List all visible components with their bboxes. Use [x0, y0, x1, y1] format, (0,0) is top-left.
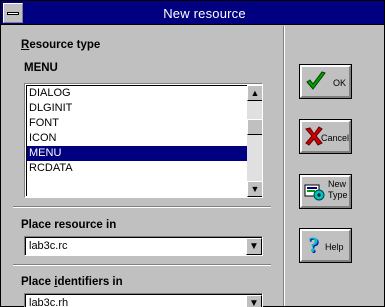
new-type-label-line2: Type: [328, 190, 348, 200]
ok-button-label: OK: [333, 78, 347, 88]
question-mark-icon: ? ?: [308, 234, 320, 256]
help-button[interactable]: ? ? Help: [299, 228, 352, 263]
section-divider: [13, 206, 271, 208]
new-type-label-line1: New: [328, 179, 347, 189]
list-item[interactable]: RCDATA: [27, 161, 247, 176]
cancel-button-label: Cancel: [321, 133, 350, 143]
new-resource-dialog: New resource Resource type MENU DIALOG DL…: [0, 0, 385, 307]
left-pane: Resource type MENU DIALOG DLGINIT FONT ICON…: [1, 26, 283, 307]
resource-type-current-value: MENU: [24, 62, 58, 74]
place-identifiers-dropdown-button[interactable]: ▼: [246, 295, 262, 307]
title-bar: New resource: [1, 1, 384, 25]
cancel-button[interactable]: Cancel: [299, 119, 352, 154]
resource-type-label: Resource type: [21, 39, 101, 51]
scroll-up-button[interactable]: ▲: [247, 85, 262, 101]
green-checkmark-icon: [306, 71, 326, 90]
place-resource-dropdown-button[interactable]: ▼: [246, 238, 262, 255]
arrow-up-icon: ▲: [250, 88, 260, 98]
arrow-down-icon: ▼: [250, 184, 260, 194]
list-item[interactable]: ICON: [27, 131, 247, 146]
ok-button[interactable]: OK: [299, 64, 352, 99]
place-resource-label: Place resource in: [21, 219, 117, 231]
dropdown-arrow-icon: ▼: [249, 298, 259, 307]
system-menu-icon[interactable]: [3, 3, 23, 23]
scroll-down-button[interactable]: ▼: [247, 181, 262, 197]
dialog-title: New resource: [163, 6, 246, 21]
dropdown-arrow-icon: ▼: [249, 241, 259, 252]
list-item[interactable]: FONT: [27, 116, 247, 131]
list-item[interactable]: MENU: [27, 146, 247, 161]
section-divider: [13, 264, 271, 266]
help-button-label: Help: [325, 242, 344, 252]
place-resource-value: lab3c.rc: [29, 240, 68, 252]
place-identifiers-value: lab3c.rh: [29, 297, 69, 307]
pane-divider: [283, 26, 285, 306]
resource-type-scrollbar[interactable]: ▲ ▼: [247, 85, 262, 197]
place-identifiers-label: Place identifiers in: [21, 276, 123, 288]
resource-type-list[interactable]: DIALOG DLGINIT FONT ICON MENU RCDATA ▲ ▼: [24, 83, 263, 198]
scroll-track[interactable]: [247, 101, 262, 181]
dialog-body: Resource type MENU DIALOG DLGINIT FONT ICON…: [1, 26, 384, 307]
svg-text:?: ?: [308, 234, 319, 256]
new-type-button[interactable]: New Type: [299, 174, 352, 209]
place-identifiers-combo[interactable]: lab3c.rh ▼: [24, 293, 263, 307]
list-item[interactable]: DIALOG: [27, 86, 247, 101]
new-type-icon: [304, 184, 325, 201]
resource-type-list-items: DIALOG DLGINIT FONT ICON MENU RCDATA: [26, 85, 247, 196]
scroll-thumb[interactable]: [247, 119, 262, 135]
place-resource-combo[interactable]: lab3c.rc ▼: [24, 236, 263, 256]
list-item[interactable]: DLGINIT: [27, 101, 247, 116]
